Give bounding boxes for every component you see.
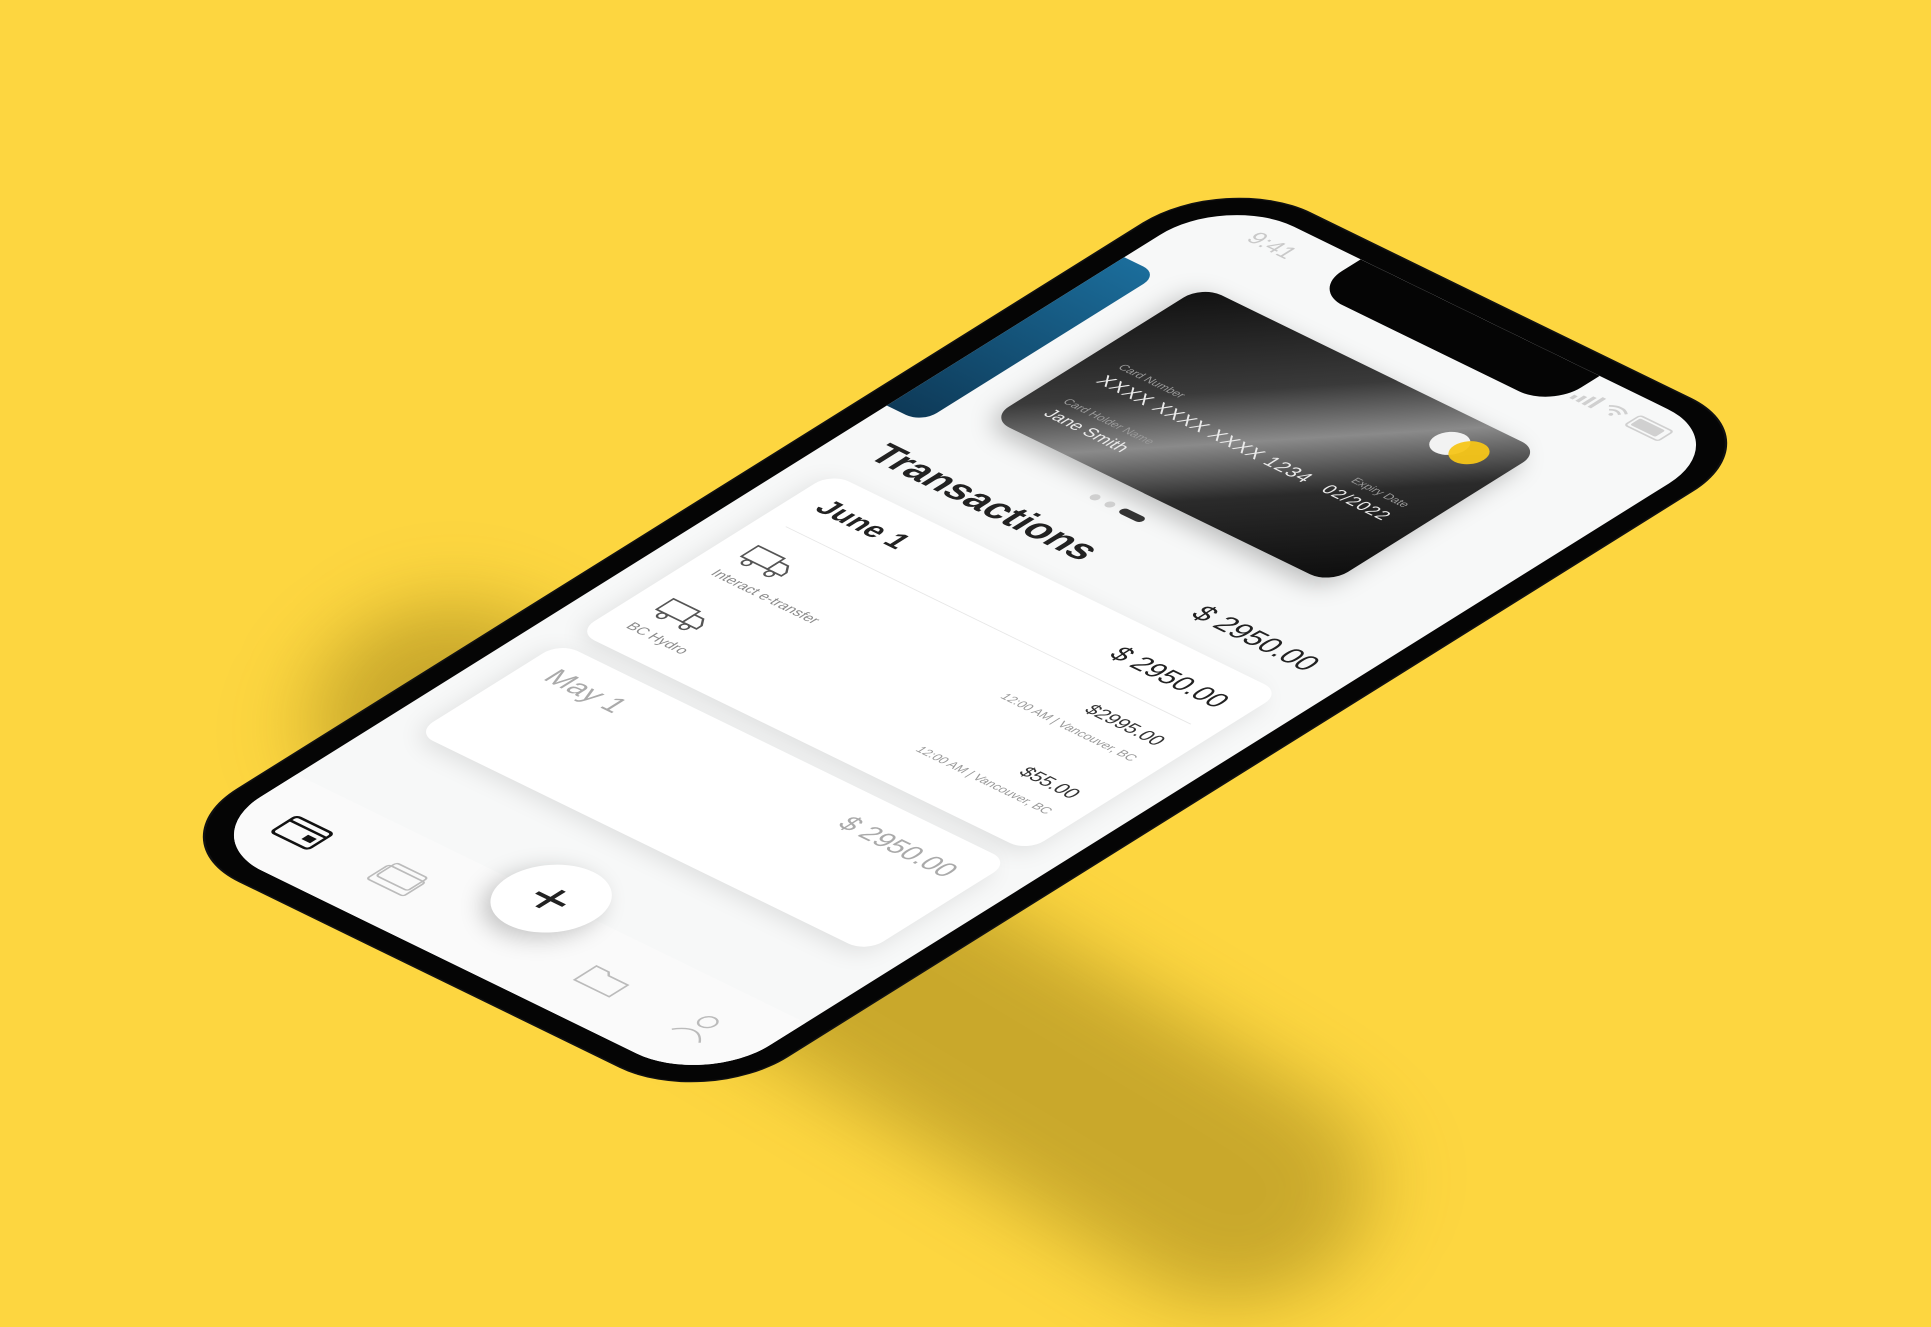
card-brand-logo-icon (1420, 427, 1502, 470)
carousel-dot-active[interactable] (1116, 507, 1148, 524)
status-time: 9:41 (1239, 228, 1304, 263)
group-total: $ 2950.00 (831, 812, 966, 882)
carousel-dot[interactable] (1102, 500, 1118, 509)
signal-icon (1569, 388, 1607, 409)
wallet-icon[interactable] (265, 811, 341, 853)
group-date: May 1 (536, 665, 636, 718)
folder-icon[interactable] (568, 959, 644, 1001)
group-total: $ 2950.00 (1102, 642, 1238, 712)
cards-stack-icon[interactable] (361, 858, 437, 900)
add-button[interactable]: + (465, 850, 638, 947)
battery-icon (1623, 414, 1675, 443)
carousel-dot[interactable] (1087, 493, 1103, 502)
user-icon[interactable] (663, 1006, 739, 1048)
carousel-dots[interactable] (1087, 493, 1148, 524)
wifi-icon (1608, 405, 1628, 416)
stage: 9:41 Card Number XXXX XXXX XXXX 1234 Car… (0, 0, 1931, 1327)
